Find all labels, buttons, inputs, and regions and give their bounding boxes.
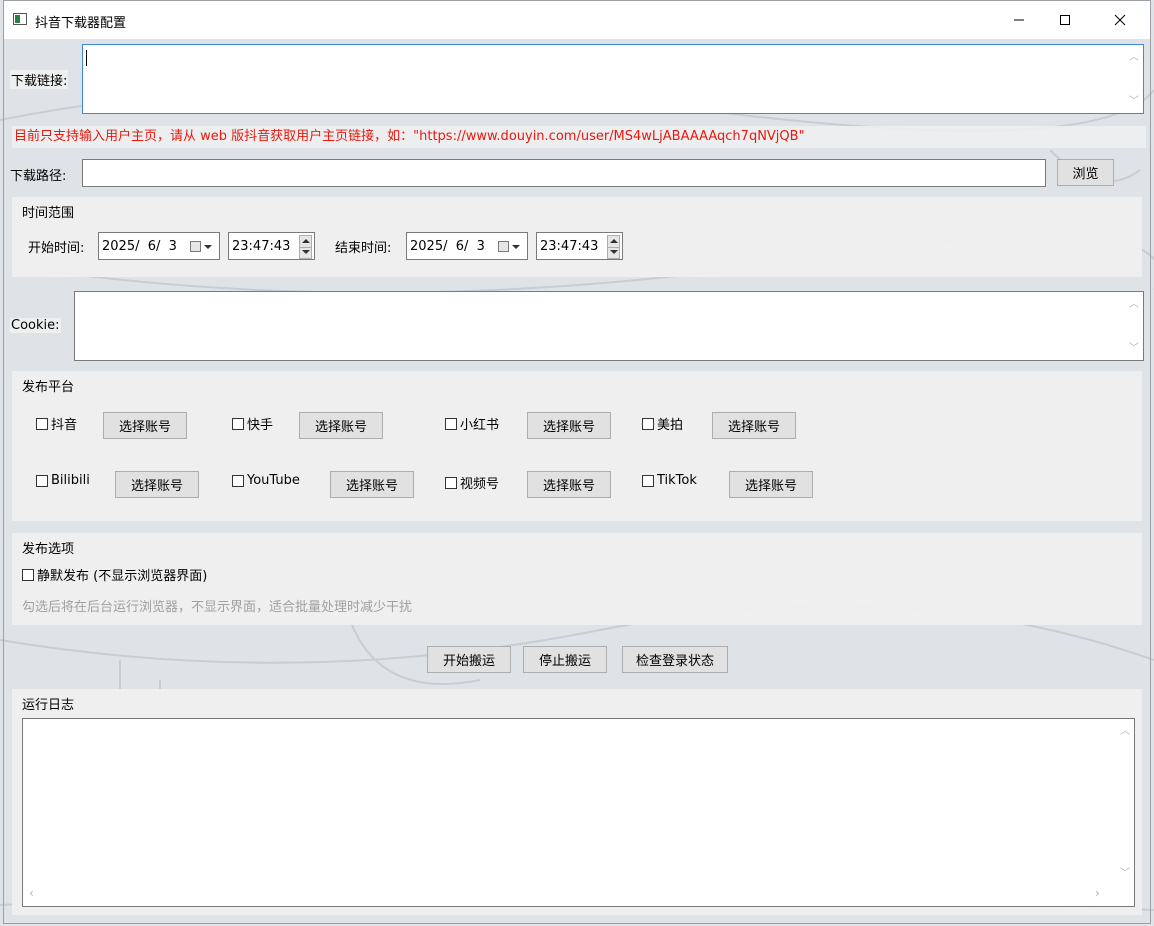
end-time-label: 结束时间: <box>335 241 392 256</box>
checkbox-icon <box>642 474 654 487</box>
platform-label-kuaishou: 快手 <box>247 418 274 433</box>
scroll-right-icon[interactable]: › <box>1095 886 1100 900</box>
select-account-button-kuaishou[interactable]: 选择账号 <box>299 412 383 439</box>
window-title: 抖音下载器配置 <box>35 16 127 31</box>
publish-options-title: 发布选项 <box>22 542 75 557</box>
check-login-button[interactable]: 检查登录状态 <box>622 646 728 673</box>
log-output[interactable]: ︿ ﹀ ‹ › <box>22 718 1135 907</box>
minimize-button[interactable] <box>996 1 1042 39</box>
select-account-button-douyin[interactable]: 选择账号 <box>103 412 187 439</box>
start-time-spinner[interactable]: 23:47:43 <box>228 232 315 260</box>
chevron-down-icon <box>512 245 520 249</box>
checkbox-icon <box>232 417 244 430</box>
platforms-group: 发布平台 抖音 选择账号 快手 选择账号 小红书 选择账号 美拍 选择账号 Bi… <box>12 371 1142 521</box>
download-link-input[interactable]: ︿ ﹀ <box>82 44 1144 114</box>
text-caret <box>86 50 87 66</box>
app-icon <box>13 13 27 25</box>
platform-label-bilibili: Bilibili <box>51 473 90 488</box>
log-group: 运行日志 ︿ ﹀ ‹ › <box>12 689 1142 915</box>
checkbox-icon <box>232 474 244 487</box>
maximize-button[interactable] <box>1042 1 1088 39</box>
checkbox-icon <box>445 476 457 489</box>
link-format-note: 目前只支持输入用户主页，请从 web 版抖音获取用户主页链接，如："https:… <box>12 126 1146 148</box>
chevron-down-icon <box>204 245 212 249</box>
select-account-button-shipinhao[interactable]: 选择账号 <box>527 471 611 498</box>
end-time-spinner[interactable]: 23:47:43 <box>536 232 623 260</box>
scroll-down-icon[interactable]: ﹀ <box>1129 344 1139 354</box>
time-range-group: 时间范围 开始时间: 2025/ 6/ 3 23:47:43 结束时间: 202… <box>12 197 1142 277</box>
cookie-input[interactable]: ︿ ﹀ <box>74 291 1144 361</box>
download-path-label: 下载路径: <box>10 169 67 184</box>
platform-checkbox-tiktok[interactable]: TikTok <box>642 473 697 488</box>
scroll-left-icon[interactable]: ‹ <box>29 886 34 900</box>
platform-label-youtube: YouTube <box>247 473 300 488</box>
platform-checkbox-youtube[interactable]: YouTube <box>232 473 300 488</box>
download-link-label: 下载链接: <box>10 70 69 89</box>
scroll-down-icon[interactable]: ﹀ <box>1120 869 1130 879</box>
time-range-title: 时间范围 <box>22 206 75 221</box>
spin-down-icon <box>302 250 310 254</box>
platform-label-shipinhao: 视频号 <box>460 477 500 492</box>
platforms-title: 发布平台 <box>22 380 75 395</box>
calendar-icon <box>190 241 201 252</box>
checkbox-icon <box>36 417 48 430</box>
spin-down-icon <box>610 250 618 254</box>
scroll-up-icon[interactable]: ︿ <box>1129 300 1139 310</box>
scroll-down-icon[interactable]: ﹀ <box>1129 97 1139 107</box>
checkbox-icon <box>445 417 457 430</box>
close-icon <box>1114 14 1126 26</box>
end-date-value: 2025/ 6/ 3 <box>410 239 485 254</box>
platform-label-meipai: 美拍 <box>657 418 684 433</box>
close-button[interactable] <box>1097 1 1143 39</box>
select-account-button-tiktok[interactable]: 选择账号 <box>729 471 813 498</box>
stop-transfer-button[interactable]: 停止搬运 <box>523 646 607 673</box>
silent-publish-hint: 勾选后将在后台运行浏览器，不显示界面，适合批量处理时减少干扰 <box>22 600 413 615</box>
end-time-value: 23:47:43 <box>540 239 599 254</box>
calendar-icon <box>498 241 509 252</box>
platform-checkbox-meipai[interactable]: 美拍 <box>642 414 683 433</box>
spin-up-icon <box>610 239 618 243</box>
maximize-icon <box>1060 15 1070 25</box>
platform-checkbox-bilibili[interactable]: Bilibili <box>36 473 90 488</box>
end-time-spin-buttons[interactable] <box>607 235 620 259</box>
checkbox-icon <box>642 417 654 430</box>
platform-checkbox-kuaishou[interactable]: 快手 <box>232 414 273 433</box>
select-account-button-meipai[interactable]: 选择账号 <box>712 412 796 439</box>
start-time-label: 开始时间: <box>28 241 85 256</box>
start-transfer-button[interactable]: 开始搬运 <box>427 646 511 673</box>
download-path-input[interactable] <box>82 159 1046 187</box>
platform-label-tiktok: TikTok <box>657 473 697 488</box>
cookie-label: Cookie: <box>10 318 61 333</box>
start-date-picker[interactable]: 2025/ 6/ 3 <box>98 232 220 260</box>
scroll-up-icon[interactable]: ︿ <box>1120 727 1130 737</box>
silent-publish-checkbox[interactable]: 静默发布 (不显示浏览器界面) <box>22 565 207 584</box>
spin-up-icon <box>302 239 310 243</box>
platform-label-douyin: 抖音 <box>51 418 78 433</box>
platform-checkbox-douyin[interactable]: 抖音 <box>36 414 77 433</box>
app-window: 抖音下载器配置 下载链接: ︿ ﹀ 目前只支持输入用户主页，请从 web 版抖音… <box>3 0 1151 924</box>
platform-label-xiaohongshu: 小红书 <box>460 418 500 433</box>
publish-options-group: 发布选项 静默发布 (不显示浏览器界面) 勾选后将在后台运行浏览器，不显示界面，… <box>12 533 1142 625</box>
title-bar: 抖音下载器配置 <box>4 1 1150 39</box>
checkbox-icon <box>22 568 34 581</box>
minimize-icon <box>1014 19 1024 21</box>
silent-publish-label: 静默发布 (不显示浏览器界面) <box>37 569 208 584</box>
platform-checkbox-xiaohongshu[interactable]: 小红书 <box>445 414 499 433</box>
scroll-up-icon[interactable]: ︿ <box>1129 53 1139 63</box>
start-time-spin-buttons[interactable] <box>299 235 312 259</box>
browse-button[interactable]: 浏览 <box>1057 159 1114 186</box>
select-account-button-youtube[interactable]: 选择账号 <box>330 471 414 498</box>
platform-checkbox-shipinhao[interactable]: 视频号 <box>445 473 499 492</box>
log-title: 运行日志 <box>22 698 75 713</box>
select-account-button-xiaohongshu[interactable]: 选择账号 <box>527 412 611 439</box>
checkbox-icon <box>36 474 48 487</box>
start-time-value: 23:47:43 <box>232 239 291 254</box>
select-account-button-bilibili[interactable]: 选择账号 <box>115 471 199 498</box>
end-date-picker[interactable]: 2025/ 6/ 3 <box>406 232 528 260</box>
start-date-value: 2025/ 6/ 3 <box>102 239 177 254</box>
